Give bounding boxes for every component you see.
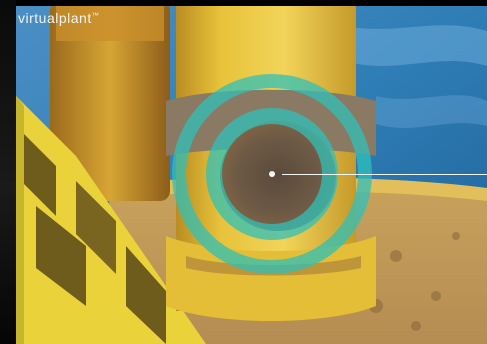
left-frame-strip <box>0 0 16 344</box>
inspection-photo <box>16 6 487 344</box>
brand-logo: virtualplant™ <box>18 10 99 26</box>
trademark-symbol: ™ <box>91 12 100 20</box>
water-highlight <box>376 95 487 128</box>
logo-text: virtualplant <box>18 10 92 26</box>
leader-line <box>282 174 487 175</box>
water-highlight <box>346 25 487 66</box>
viewer-scene: virtualplant™ <box>0 0 487 344</box>
